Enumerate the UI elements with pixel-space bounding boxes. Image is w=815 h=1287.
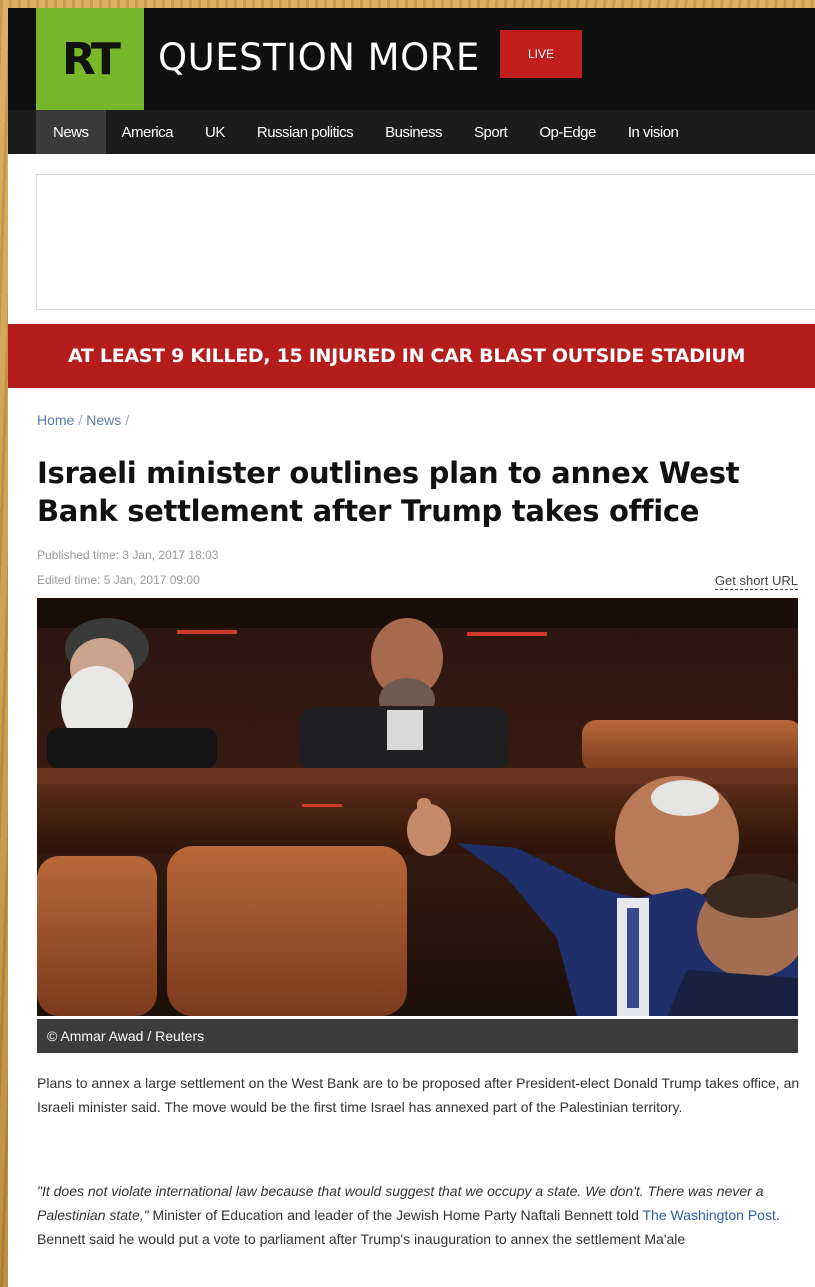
edited-time: Edited time: 5 Jan, 2017 09:00 [37,573,200,587]
nav-item-uk[interactable]: UK [189,110,241,154]
nav-item-business[interactable]: Business [369,110,458,154]
published-time: Published time: 3 Jan, 2017 18:03 [37,548,219,562]
main-nav: News America UK Russian politics Busines… [8,110,815,154]
live-button[interactable]: LIVE [500,30,582,78]
breadcrumb: Home / News / [37,412,133,428]
washington-post-link[interactable]: The Washington Post [643,1207,776,1223]
logo-text: RT [62,33,121,85]
rt-article-page: RT QUESTION MORE LIVE News America UK Ru… [8,8,815,1287]
breaking-news-banner[interactable]: AT LEAST 9 KILLED, 15 INJURED IN CAR BLA… [8,324,815,388]
nav-item-america[interactable]: America [106,110,190,154]
breaking-news-text: AT LEAST 9 KILLED, 15 INJURED IN CAR BLA… [68,345,746,367]
nav-item-sport[interactable]: Sport [458,110,523,154]
breadcrumb-separator: / [78,412,83,428]
site-tagline: QUESTION MORE [158,36,480,79]
article-title: Israeli minister outlines plan to annex … [37,456,740,528]
breadcrumb-news[interactable]: News [86,412,121,428]
article-paragraph: "It does not violate international law b… [37,1179,807,1251]
nav-item-news[interactable]: News [36,110,106,154]
photo-illustration [37,598,798,1016]
site-header: RT QUESTION MORE LIVE [8,8,815,110]
ad-placeholder [36,174,815,310]
breadcrumb-home[interactable]: Home [37,412,74,428]
rt-logo[interactable]: RT [36,8,144,110]
paragraph-text: Minister of Education and leader of the … [148,1207,643,1223]
nav-item-in-vision[interactable]: In vision [612,110,695,154]
breadcrumb-separator: / [125,412,130,428]
nav-item-russian-politics[interactable]: Russian politics [241,110,369,154]
article-paragraph: Plans to annex a large settlement on the… [37,1075,800,1115]
article-photo [37,598,798,1016]
nav-item-op-edge[interactable]: Op-Edge [523,110,612,154]
get-short-url-link[interactable]: Get short URL [714,573,798,590]
photo-caption: © Ammar Awad / Reuters [37,1019,798,1053]
